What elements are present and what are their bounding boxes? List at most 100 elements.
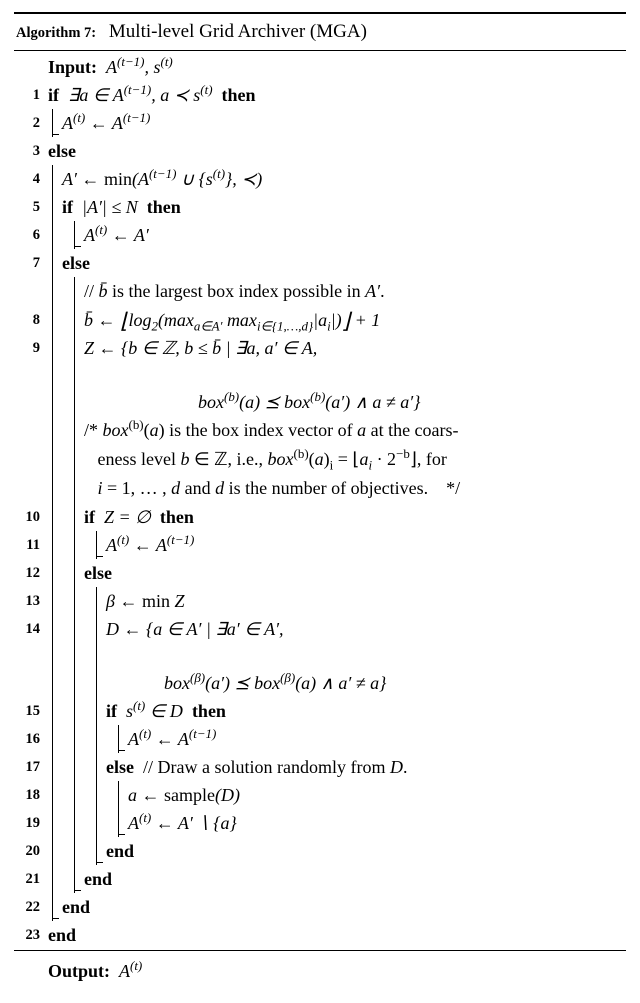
lineno-14: 14 <box>14 615 48 640</box>
kw-end: end <box>48 925 76 945</box>
line-4: 4 A′ ← min(A(t−1) ∪ {s(t)}, ≺) <box>14 165 626 193</box>
comment-box-2: . eness level b ∈ ℤ, i.e., box(b)(a)i = … <box>14 445 626 474</box>
kw-if: if <box>84 507 95 527</box>
algorithm-header: Algorithm 7: Multi-level Grid Archiver (… <box>14 12 626 51</box>
kw-else: else <box>62 253 90 273</box>
line-23: 23 end <box>14 921 626 949</box>
lineno-23: 23 <box>14 921 48 946</box>
expr-5: |A′| ≤ N <box>78 197 143 217</box>
lineno-3: 3 <box>14 137 48 162</box>
kw-end: end <box>62 897 90 917</box>
expr-19: A(t) ← A′ ∖ {a} <box>48 813 237 833</box>
expr-15: s(t) ∈ D <box>122 701 188 721</box>
comment-bbar: . // b̄ is the largest box index possibl… <box>14 277 626 306</box>
lineno-21: 21 <box>14 865 48 890</box>
expr-4: A′ ← min(A(t−1) ∪ {s(t)}, ≺) <box>48 169 262 189</box>
algorithm-block: Algorithm 7: Multi-level Grid Archiver (… <box>0 0 640 1003</box>
input-row: 0 Input: A(t−1), s(t) <box>14 53 626 81</box>
expr-10: Z = ∅ <box>100 507 156 527</box>
kw-then: then <box>192 701 226 721</box>
algorithm-body: 0 Input: A(t−1), s(t) 1 if ∃a ∈ A(t−1), … <box>14 51 626 985</box>
line-22: 22 end <box>14 893 626 921</box>
lineno-22: 22 <box>14 893 48 918</box>
algorithm-bottom-rule <box>14 950 626 951</box>
line-6: 6 A(t) ← A′ <box>14 221 626 249</box>
comment-box-text3: i = 1, … , d and d is the number of obje… <box>48 478 460 498</box>
line-20: 20 end <box>14 837 626 865</box>
expr-6: A(t) ← A′ <box>48 225 149 245</box>
line-17: 17 else // Draw a solution randomly from… <box>14 753 626 781</box>
kw-end: end <box>106 841 134 861</box>
line-2: 2 A(t) ← A(t−1) <box>14 109 626 137</box>
lineno-17: 17 <box>14 753 48 778</box>
line-10: 10 if Z = ∅ then <box>14 503 626 531</box>
lineno-16: 16 <box>14 725 48 750</box>
lineno-10: 10 <box>14 503 48 528</box>
comment-draw: // Draw a solution randomly from D. <box>138 757 407 777</box>
line-5: 5 if |A′| ≤ N then <box>14 193 626 221</box>
algorithm-number: Algorithm 7: <box>16 21 104 41</box>
input-keyword: Input: <box>48 57 97 77</box>
lineno-5: 5 <box>14 193 48 218</box>
line-19: 19 A(t) ← A′ ∖ {a} <box>14 809 626 837</box>
lineno-6: 6 <box>14 221 48 246</box>
line-3: 3 else <box>14 137 626 165</box>
line-18: 18 a ← sample(D) <box>14 781 626 809</box>
line-11: 11 A(t) ← A(t−1) <box>14 531 626 559</box>
line-14b: . box(β)(a′) ⪯ box(β)(a) ∧ a′ ≠ a} <box>14 643 626 697</box>
comment-bbar-text: // b̄ is the largest box index possible … <box>48 281 385 301</box>
comment-box-text2: eness level b ∈ ℤ, i.e., box(b)(a)i = ⌊a… <box>48 449 447 469</box>
expr-18: a ← sample(D) <box>48 785 240 805</box>
line-7: 7 else <box>14 249 626 277</box>
kw-if: if <box>106 701 117 721</box>
line-8: 8 b̄ ← ⌊log2(maxa∈A′ maxi∈{1,…,d}|ai|)⌋ … <box>14 306 626 334</box>
kw-else: else <box>84 563 112 583</box>
output-expr: A(t) <box>115 961 143 981</box>
expr-9b: box(b)(a) ⪯ box(b)(a′) ∧ a ≠ a′} <box>48 389 626 415</box>
kw-then: then <box>222 85 256 105</box>
expr-14b: box(β)(a′) ⪯ box(β)(a) ∧ a′ ≠ a} <box>48 670 626 696</box>
lineno-9: 9 <box>14 334 48 359</box>
expr-8: b̄ ← ⌊log2(maxa∈A′ maxi∈{1,…,d}|ai|)⌋ + … <box>48 310 380 330</box>
lineno-4: 4 <box>14 165 48 190</box>
kw-if: if <box>62 197 73 217</box>
lineno-18: 18 <box>14 781 48 806</box>
lineno-8: 8 <box>14 306 48 331</box>
lineno-7: 7 <box>14 249 48 274</box>
kw-then: then <box>147 197 181 217</box>
lineno-13: 13 <box>14 587 48 612</box>
comment-box-text1: /* box(b)(a) is the box index vector of … <box>48 420 459 440</box>
expr-2: A(t) ← A(t−1) <box>48 113 150 133</box>
kw-else: else <box>48 141 76 161</box>
line-21: 21 end <box>14 865 626 893</box>
lineno-2: 2 <box>14 109 48 134</box>
comment-box-3: . i = 1, … , d and d is the number of ob… <box>14 474 626 503</box>
kw-else: else <box>106 757 134 777</box>
lineno-19: 19 <box>14 809 48 834</box>
output-keyword: Output: <box>48 961 110 981</box>
expr-11: A(t) ← A(t−1) <box>48 535 194 555</box>
line-15: 15 if s(t) ∈ D then <box>14 697 626 725</box>
lineno-20: 20 <box>14 837 48 862</box>
line-1: 1 if ∃a ∈ A(t−1), a ≺ s(t) then <box>14 81 626 109</box>
output-row: 0 Output: A(t) <box>14 957 626 985</box>
expr-1: ∃a ∈ A(t−1), a ≺ s(t) <box>64 85 218 105</box>
lineno-11: 11 <box>14 531 48 556</box>
expr-13: β ← min Z <box>48 591 185 611</box>
line-16: 16 A(t) ← A(t−1) <box>14 725 626 753</box>
line-9: 9 Z ← {b ∈ ℤ, b ≤ b̄ | ∃a, a′ ∈ A, <box>14 334 626 361</box>
input-expr: A(t−1), s(t) <box>102 57 173 77</box>
expr-9a: Z ← {b ∈ ℤ, b ≤ b̄ | ∃a, a′ ∈ A, <box>48 338 317 358</box>
algorithm-title: Multi-level Grid Archiver (MGA) <box>109 21 367 42</box>
kw-if: if <box>48 85 59 105</box>
comment-box-1: . /* box(b)(a) is the box index vector o… <box>14 416 626 445</box>
lineno-12: 12 <box>14 559 48 584</box>
kw-end: end <box>84 869 112 889</box>
lineno-1: 1 <box>14 81 48 106</box>
line-14: 14 D ← {a ∈ A′ | ∃a′ ∈ A′, <box>14 615 626 642</box>
line-9b: . box(b)(a) ⪯ box(b)(a′) ∧ a ≠ a′} <box>14 362 626 416</box>
line-12: 12 else <box>14 559 626 587</box>
kw-then: then <box>160 507 194 527</box>
line-13: 13 β ← min Z <box>14 587 626 615</box>
expr-14a: D ← {a ∈ A′ | ∃a′ ∈ A′, <box>48 619 284 639</box>
